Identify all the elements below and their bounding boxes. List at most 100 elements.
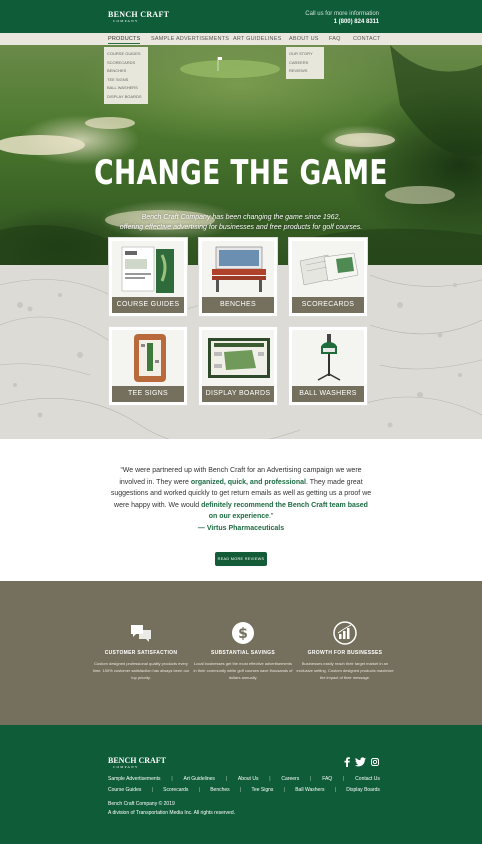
nav-products[interactable]: PRODUCTS <box>108 36 141 44</box>
feature-title: SUBSTANTIAL SAVINGS <box>210 650 276 656</box>
hero-title: CHANGE THE GAME <box>94 153 388 193</box>
product-label: DISPLAY BOARDS <box>202 386 274 402</box>
nav-sample-advertisements[interactable]: SAMPLE ADVERTISEMENTS <box>151 36 229 42</box>
contact-info: Call us for more information 1 (800) 824… <box>305 11 379 27</box>
display-board-icon <box>202 330 274 386</box>
tee-sign-icon <box>112 330 184 386</box>
read-more-reviews-button[interactable]: READ MORE REVIEWS <box>215 552 267 566</box>
quote-highlight: definitely recommend the Bench Craft tea… <box>201 501 368 521</box>
dropdown-item-careers[interactable]: CAREERS <box>289 59 321 68</box>
dropdown-item-reviews[interactable]: REVIEWS <box>289 67 321 76</box>
growth-chart-icon <box>333 621 357 645</box>
footer-separator: | <box>334 787 337 793</box>
footer-link-contact-us[interactable]: Contact Us <box>355 776 380 782</box>
dropdown-item-scorecards[interactable]: SCORECARDS <box>107 59 145 68</box>
hero-subtitle-line2: offering effective advertising for busin… <box>119 223 363 231</box>
product-card-ball-washers[interactable]: BALL WASHERS <box>288 326 368 406</box>
instagram-icon[interactable] <box>371 757 379 767</box>
footer-logo-text: BENCH CRAFT <box>108 756 167 765</box>
feature-description: Custom designed professional quality pro… <box>92 661 190 680</box>
dropdown-item-tee-signs[interactable]: TEE SIGNS <box>107 76 145 85</box>
footer-separator: | <box>151 787 153 793</box>
footer-link-tee-signs[interactable]: Tee Signs <box>251 787 273 793</box>
footer-link-course-guides[interactable]: Course Guides <box>108 787 141 793</box>
product-label: BENCHES <box>202 297 274 313</box>
footer-logo[interactable]: BENCH CRAFT COMPANY <box>108 757 166 770</box>
dropdown-item-benches[interactable]: BENCHES <box>107 67 145 76</box>
footer-link-careers[interactable]: Careers <box>281 776 299 782</box>
feature-description: Businesses easily reach their target mar… <box>296 661 394 680</box>
ball-washer-icon <box>292 330 364 386</box>
about-dropdown: OUR STORY CAREERS REVIEWS <box>286 47 324 79</box>
products-dropdown: COURSE GUIDES SCORECARDS BENCHES TEE SIG… <box>104 47 148 104</box>
footer-links-row-2: Course Guides | Scorecards | Benches | T… <box>108 787 380 793</box>
product-card-course-guides[interactable]: COURSE GUIDES <box>108 237 188 317</box>
course-guide-icon <box>112 241 184 297</box>
phone-number[interactable]: 1 (800) 824 8311 <box>305 19 379 27</box>
dropdown-item-display-boards[interactable]: DISPLAY BOARDS <box>107 93 145 102</box>
chat-bubbles-icon <box>131 625 151 642</box>
footer-link-benches[interactable]: Benches <box>210 787 229 793</box>
footer-link-scorecards[interactable]: Scorecards <box>163 787 188 793</box>
copyright-text: Bench Craft Company © 2019 <box>108 801 175 807</box>
product-card-display-boards[interactable]: DISPLAY BOARDS <box>198 326 278 406</box>
feature-description: Local businesses get the most effective … <box>193 661 293 680</box>
feature-title: CUSTOMER SATISFACTION <box>104 650 178 656</box>
footer-separator: | <box>171 776 173 782</box>
hero-subtitle: Bench Craft Company has been changing th… <box>0 213 482 232</box>
dropdown-item-our-story[interactable]: OUR STORY <box>289 50 321 59</box>
footer-link-about-us[interactable]: About Us <box>238 776 259 782</box>
product-card-tee-signs[interactable]: TEE SIGNS <box>108 326 188 406</box>
products-section: COURSE GUIDES BENCHES SCORECARDS TEE SIG… <box>0 237 482 439</box>
testimonial-quote: “We were partnered up with Bench Craft f… <box>110 465 372 534</box>
scorecard-icon <box>292 241 364 297</box>
site-header: BENCH CRAFT COMPANY Call us for more inf… <box>0 0 482 33</box>
twitter-icon[interactable] <box>355 757 366 767</box>
division-text: A division of Transportation Media Inc. … <box>108 809 236 816</box>
quote-highlight: organized, quick, and professional <box>190 478 306 486</box>
footer-separator: | <box>198 787 200 793</box>
dropdown-item-course-guides[interactable]: COURSE GUIDES <box>107 50 145 59</box>
footer-link-display-boards[interactable]: Display Boards <box>346 787 380 793</box>
dollar-coin-icon: $ <box>232 622 254 644</box>
testimonial-section: “We were partnered up with Bench Craft f… <box>0 439 482 581</box>
dropdown-item-ball-washers[interactable]: BALL WASHERS <box>107 84 145 93</box>
product-card-benches[interactable]: BENCHES <box>198 237 278 317</box>
product-label: COURSE GUIDES <box>112 297 184 313</box>
nav-about-us[interactable]: ABOUT US <box>289 36 319 42</box>
logo[interactable]: BENCH CRAFT COMPANY <box>108 11 169 24</box>
feature-title: GROWTH FOR BUSINESSES <box>307 650 383 656</box>
footer-separator: | <box>283 787 285 793</box>
svg-text:$: $ <box>238 626 248 642</box>
product-label: BALL WASHERS <box>292 386 364 402</box>
logo-subtext: COMPANY <box>113 19 139 23</box>
footer-separator: | <box>310 776 312 782</box>
hero-subtitle-line1: Bench Craft Company has been changing th… <box>141 214 341 221</box>
hero-banner: CHANGE THE GAME Bench Craft Company has … <box>0 45 482 265</box>
testimonial-author: — Virtus Pharmaceuticals <box>197 524 285 532</box>
nav-art-guidelines[interactable]: ART GUIDELINES <box>233 36 281 42</box>
nav-contact[interactable]: CONTACT <box>353 36 381 42</box>
nav-faq[interactable]: FAQ <box>329 36 341 42</box>
footer-separator: | <box>225 776 228 782</box>
bench-icon <box>202 241 274 297</box>
features-section: CUSTOMER SATISFACTION Custom designed pr… <box>0 581 482 725</box>
footer-link-sample-advertisements[interactable]: Sample Advertisements <box>108 776 161 782</box>
footer-separator: | <box>269 776 271 782</box>
footer-link-faq[interactable]: FAQ <box>322 776 332 782</box>
logo-text: BENCH CRAFT <box>108 10 170 19</box>
main-nav: PRODUCTS SAMPLE ADVERTISEMENTS ART GUIDE… <box>0 33 482 45</box>
product-label: SCORECARDS <box>292 297 364 313</box>
footer-logo-subtext: COMPANY <box>113 765 139 769</box>
footer-link-ball-washers[interactable]: Ball Washers <box>295 787 324 793</box>
product-label: TEE SIGNS <box>112 386 184 402</box>
product-card-scorecards[interactable]: SCORECARDS <box>288 237 368 317</box>
footer-link-art-guidelines[interactable]: Art Guidelines <box>184 776 215 782</box>
copyright: Bench Craft Company © 2019 A division of… <box>108 800 235 817</box>
facebook-icon[interactable] <box>343 757 351 767</box>
call-text: Call us for more information <box>305 11 379 17</box>
footer-separator: | <box>239 787 242 793</box>
footer-separator: | <box>343 776 345 782</box>
site-footer: BENCH CRAFT COMPANY Sample Advertisement… <box>0 725 482 844</box>
quote-text: .” <box>269 513 274 520</box>
